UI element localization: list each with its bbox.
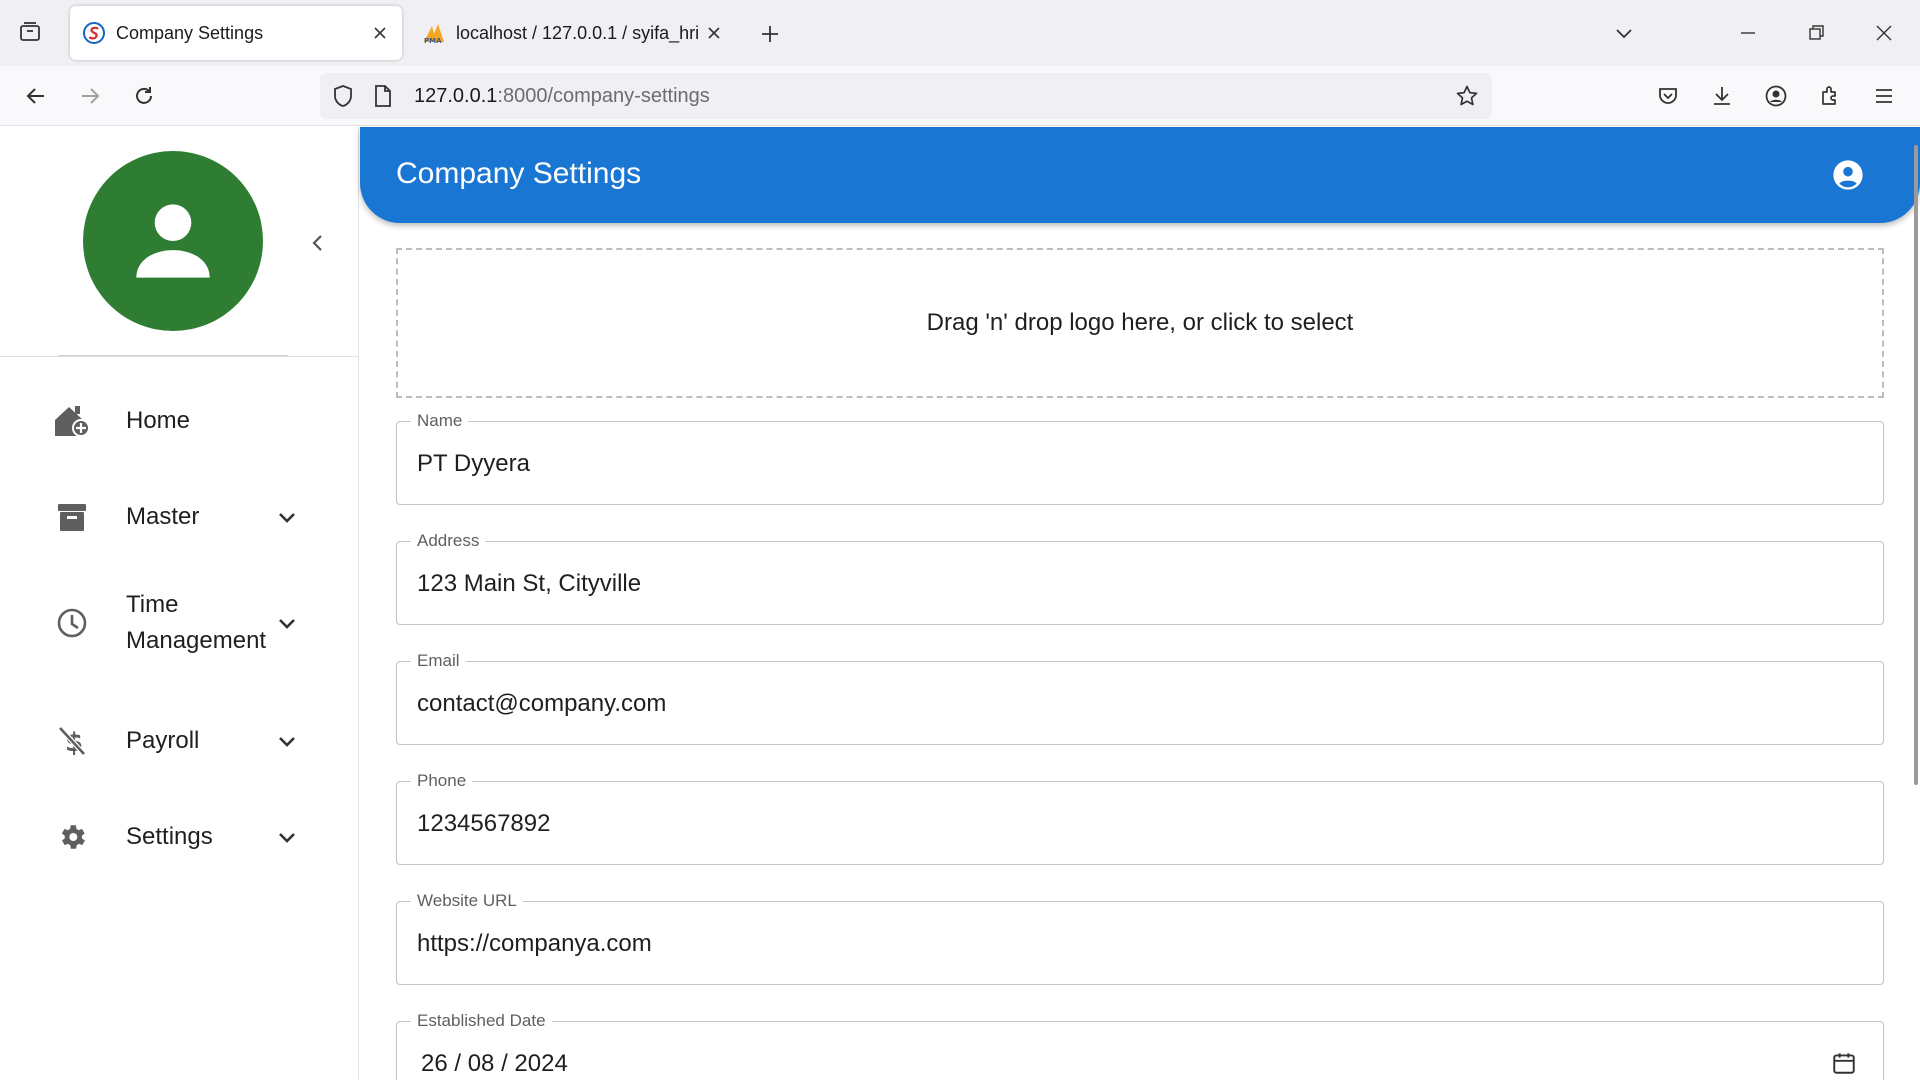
- account-circle-icon[interactable]: [1756, 76, 1796, 116]
- sidebar-item-label: Time Management: [126, 591, 267, 654]
- page-title: Company Settings: [396, 157, 642, 190]
- url-path: :8000/company-settings: [497, 84, 710, 107]
- phone-field[interactable]: Phone 1234567892: [396, 770, 1884, 865]
- email-value: contact@company.com: [417, 690, 667, 717]
- bookmark-star-icon[interactable]: [1452, 81, 1482, 111]
- browser-tab-bar: Company Settings PMA localhost / 127.0.0…: [0, 0, 1920, 66]
- back-arrow-icon[interactable]: [16, 76, 56, 116]
- calendar-icon[interactable]: [1829, 1048, 1859, 1078]
- browser-nav-bar: 127.0.0.1:8000/company-settings: [0, 66, 1920, 126]
- address-bar[interactable]: 127.0.0.1:8000/company-settings: [320, 73, 1492, 119]
- sidebar-divider: [0, 356, 359, 357]
- clock-icon: [52, 603, 92, 643]
- archive-icon: [52, 497, 92, 537]
- extensions-icon[interactable]: [1810, 76, 1850, 116]
- sidebar-item-home[interactable]: Home: [0, 391, 358, 451]
- website-url-label: Website URL: [411, 890, 523, 912]
- new-tab-icon[interactable]: [752, 16, 788, 52]
- tab-title: Company Settings: [116, 22, 264, 43]
- email-field[interactable]: Email contact@company.com: [396, 650, 1884, 745]
- svg-text:PMA: PMA: [424, 37, 442, 44]
- chevron-left-icon: [312, 235, 322, 251]
- page-info-icon[interactable]: [370, 84, 396, 108]
- address-field[interactable]: Address 123 Main St, Cityville: [396, 530, 1884, 625]
- tab-title: localhost / 127.0.0.1 / syifa_hris: [456, 22, 698, 43]
- phone-label: Phone: [411, 770, 473, 792]
- avatar[interactable]: [83, 151, 263, 331]
- app-favicon-icon: [82, 21, 106, 45]
- hamburger-menu-icon[interactable]: [1864, 76, 1904, 116]
- collapse-sidebar-button[interactable]: [300, 225, 336, 261]
- phpmyadmin-favicon-icon: PMA: [422, 21, 446, 45]
- sidebar-item-time-management[interactable]: Time Management: [0, 581, 358, 665]
- browser-tab-phpmyadmin[interactable]: PMA localhost / 127.0.0.1 / syifa_hris: [410, 6, 736, 60]
- page-scrollbar[interactable]: [1914, 145, 1918, 785]
- dropzone-text: Drag 'n' drop logo here, or click to sel…: [926, 309, 1354, 336]
- email-label: Email: [411, 650, 466, 672]
- reload-icon[interactable]: [124, 76, 164, 116]
- name-value: PT Dyyera: [417, 450, 530, 477]
- url-text: 127.0.0.1:8000/company-settings: [414, 85, 710, 108]
- established-date-value: 26 / 08 / 2024: [421, 1050, 568, 1077]
- sidebar: Home Master Time Management $ Payro: [0, 127, 359, 1080]
- chevron-down-icon: [272, 608, 302, 638]
- close-window-icon[interactable]: [1860, 10, 1908, 56]
- sidebar-item-label: Settings: [126, 823, 213, 850]
- established-date-field[interactable]: Established Date 26 / 08 / 2024: [396, 1010, 1884, 1080]
- phone-value: 1234567892: [417, 810, 551, 837]
- sidebar-divider: [58, 355, 288, 356]
- chevron-down-icon: [272, 726, 302, 756]
- gear-icon: [52, 817, 92, 857]
- close-tab-icon[interactable]: [364, 17, 396, 49]
- tab-overflow-chevron-icon[interactable]: [1600, 10, 1648, 56]
- forward-arrow-icon[interactable]: [70, 76, 110, 116]
- address-value: 123 Main St, Cityville: [417, 570, 642, 597]
- tab-list-icon[interactable]: [12, 14, 48, 50]
- sidebar-item-label: Home: [126, 407, 191, 434]
- established-date-label: Established Date: [411, 1010, 552, 1032]
- chevron-down-icon: [272, 822, 302, 852]
- url-host: 127.0.0.1: [414, 84, 498, 107]
- logo-dropzone[interactable]: Drag 'n' drop logo here, or click to sel…: [396, 248, 1884, 398]
- app-header: Company Settings: [360, 127, 1920, 223]
- name-field[interactable]: Name PT Dyyera: [396, 410, 1884, 505]
- account-icon[interactable]: [1830, 157, 1866, 193]
- restore-icon[interactable]: [1792, 10, 1840, 56]
- sidebar-item-master[interactable]: Master: [0, 487, 358, 547]
- address-label: Address: [411, 530, 486, 552]
- chevron-down-icon: [272, 502, 302, 532]
- sidebar-item-label: Master: [126, 503, 200, 530]
- download-icon[interactable]: [1702, 76, 1742, 116]
- sidebar-item-label: Payroll: [126, 727, 200, 754]
- money-off-icon: $: [52, 721, 92, 761]
- sidebar-item-settings[interactable]: Settings: [0, 807, 358, 867]
- pocket-icon[interactable]: [1648, 76, 1688, 116]
- website-url-field[interactable]: Website URL https://companya.com: [396, 890, 1884, 985]
- sidebar-item-payroll[interactable]: $ Payroll: [0, 711, 358, 771]
- close-tab-icon[interactable]: [698, 17, 730, 49]
- home-icon: [52, 401, 92, 441]
- browser-tab-company-settings[interactable]: Company Settings: [70, 6, 402, 60]
- person-icon: [136, 204, 210, 278]
- minimize-icon[interactable]: [1724, 10, 1772, 56]
- website-url-value: https://companya.com: [417, 930, 652, 957]
- name-label: Name: [411, 410, 469, 432]
- tracking-shield-icon[interactable]: [330, 84, 356, 108]
- page-content: Home Master Time Management $ Payro: [0, 127, 1920, 1080]
